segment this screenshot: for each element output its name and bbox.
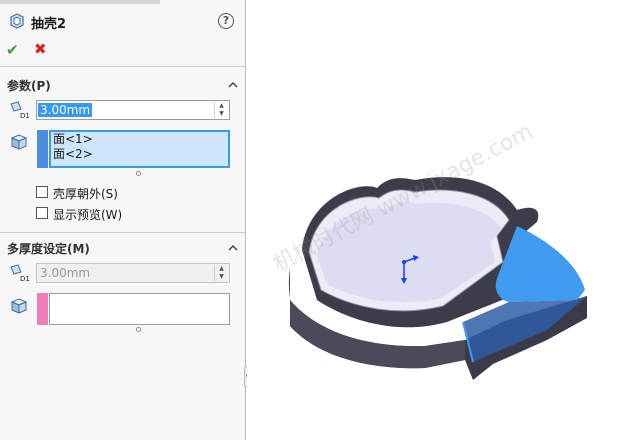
divider — [0, 232, 246, 233]
list-resize-handle[interactable] — [136, 171, 141, 176]
multi-thickness-spinner[interactable]: ▲ ▼ — [214, 265, 228, 281]
show-preview-checkbox[interactable] — [36, 207, 48, 219]
shell-outward-checkbox[interactable] — [36, 186, 48, 198]
thickness-input[interactable]: 3.00mm ▲ ▼ — [36, 100, 230, 120]
svg-text:D1: D1 — [20, 275, 30, 283]
cancel-button[interactable]: ✖ — [34, 40, 47, 58]
multi-thickness-value: 3.00mm — [40, 266, 91, 280]
multi-thickness-dimension-icon: D1 — [10, 264, 30, 283]
spin-up-icon[interactable]: ▲ — [215, 265, 228, 273]
multi-thickness-group-title[interactable]: 多厚度设定(M) — [7, 240, 90, 257]
list-item[interactable]: 面<2> — [51, 147, 228, 162]
ok-button[interactable]: ✔ — [6, 41, 19, 59]
show-preview-label: 显示预览(W) — [53, 208, 123, 222]
shell-feature-icon — [10, 13, 24, 29]
list-item[interactable]: 面<1> — [51, 132, 228, 147]
help-icon[interactable]: ? — [218, 13, 234, 29]
panel-tab-strip[interactable] — [0, 0, 160, 4]
selection-color-marker — [37, 130, 48, 168]
divider — [0, 66, 246, 67]
multi-selection-color-marker — [37, 293, 48, 325]
svg-text:D1: D1 — [20, 112, 30, 120]
graphics-viewport[interactable]: 机械时代网 www.jxage.com — [247, 0, 624, 440]
thickness-spinner[interactable]: ▲ ▼ — [214, 102, 228, 118]
thickness-dimension-icon: D1 — [10, 101, 30, 120]
shell-outward-label: 壳厚朝外(S) — [53, 187, 118, 201]
collapse-up-icon[interactable] — [228, 80, 238, 90]
property-manager-panel: 抽壳2 ? ✔ ✖ 参数(P) D1 3.00mm ▲ ▼ 面<1> 面<2> … — [0, 0, 246, 440]
collapse-up-icon[interactable] — [228, 243, 238, 253]
spin-down-icon[interactable]: ▼ — [215, 110, 228, 118]
thickness-value: 3.00mm — [38, 103, 93, 117]
feature-title: 抽壳2 — [31, 17, 67, 32]
multi-thickness-faces-list[interactable] — [49, 293, 230, 325]
spin-down-icon[interactable]: ▼ — [215, 273, 228, 281]
multi-thickness-faces-icon — [10, 298, 28, 314]
spin-up-icon[interactable]: ▲ — [215, 102, 228, 110]
faces-to-remove-icon — [10, 134, 28, 150]
shell-model[interactable] — [247, 0, 624, 440]
multi-thickness-input[interactable]: 3.00mm ▲ ▼ — [36, 263, 230, 283]
faces-to-remove-list[interactable]: 面<1> 面<2> — [49, 130, 230, 168]
feature-header: 抽壳2 ? — [0, 0, 246, 36]
list-resize-handle[interactable] — [136, 327, 141, 332]
parameters-group-title[interactable]: 参数(P) — [7, 77, 51, 94]
